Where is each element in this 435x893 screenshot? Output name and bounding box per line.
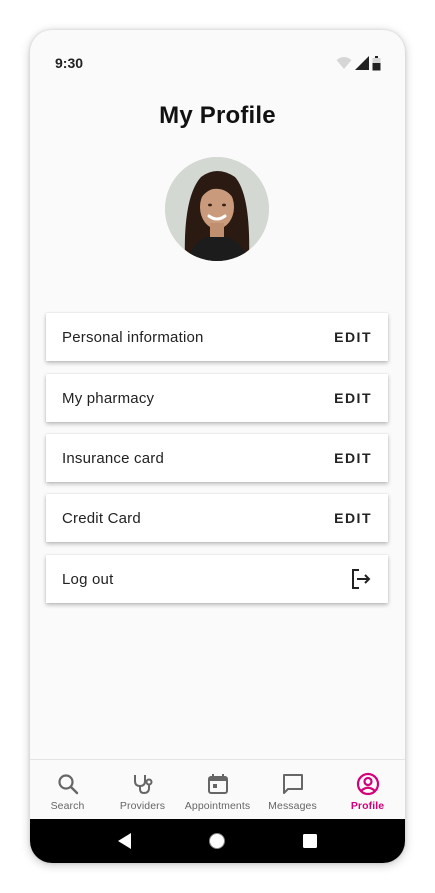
nav-label: Appointments	[184, 800, 251, 812]
edit-button[interactable]: EDIT	[334, 450, 372, 466]
nav-item-search[interactable]: Search	[30, 760, 105, 820]
wifi-icon	[336, 57, 352, 69]
menu-item-label: My pharmacy	[62, 389, 155, 407]
calendar-icon	[207, 774, 228, 794]
edit-button[interactable]: EDIT	[334, 390, 372, 406]
menu-item-personal-information[interactable]: Personal information EDIT	[46, 313, 388, 361]
menu-item-insurance-card[interactable]: Insurance card EDIT	[46, 434, 388, 482]
recents-icon[interactable]	[302, 834, 317, 848]
status-icons	[336, 55, 381, 71]
nav-label: Profile	[350, 800, 385, 812]
stethoscope-icon	[133, 775, 152, 795]
page-title: My Profile	[159, 102, 276, 129]
status-bar: 9:30	[30, 30, 405, 94]
cellular-signal-icon	[355, 56, 369, 70]
menu-item-label: Personal information	[62, 328, 204, 346]
edit-button[interactable]: EDIT	[334, 510, 372, 526]
avatar[interactable]	[165, 157, 269, 261]
nav-item-profile[interactable]: Profile	[330, 760, 405, 820]
back-icon[interactable]	[118, 833, 132, 849]
account-circle-icon	[356, 772, 379, 796]
nav-item-appointments[interactable]: Appointments	[180, 760, 255, 820]
edit-button[interactable]: EDIT	[334, 329, 372, 345]
nav-item-messages[interactable]: Messages	[255, 760, 330, 820]
message-icon	[282, 774, 303, 794]
nav-label: Providers	[119, 800, 166, 812]
bottom-navigation: Search Providers Appointments Messages P…	[30, 759, 405, 820]
system-navigation-bar	[30, 819, 405, 863]
menu-item-label: Log out	[62, 570, 114, 588]
home-icon[interactable]	[208, 832, 226, 850]
menu-item-log-out[interactable]: Log out	[46, 555, 388, 603]
menu-item-my-pharmacy[interactable]: My pharmacy EDIT	[46, 374, 388, 422]
nav-label: Messages	[268, 800, 317, 812]
phone-screen: 9:30 My Profile Personal information EDI…	[30, 30, 405, 863]
menu-item-label: Credit Card	[62, 509, 141, 527]
logout-icon[interactable]	[350, 568, 372, 590]
menu-item-label: Insurance card	[62, 449, 165, 467]
nav-label: Search	[50, 800, 85, 812]
nav-item-providers[interactable]: Providers	[105, 760, 180, 820]
search-icon	[57, 774, 78, 795]
status-time: 9:30	[55, 55, 84, 71]
menu-item-credit-card[interactable]: Credit Card EDIT	[46, 494, 388, 542]
user-avatar-photo	[165, 157, 269, 261]
battery-icon	[372, 55, 381, 70]
